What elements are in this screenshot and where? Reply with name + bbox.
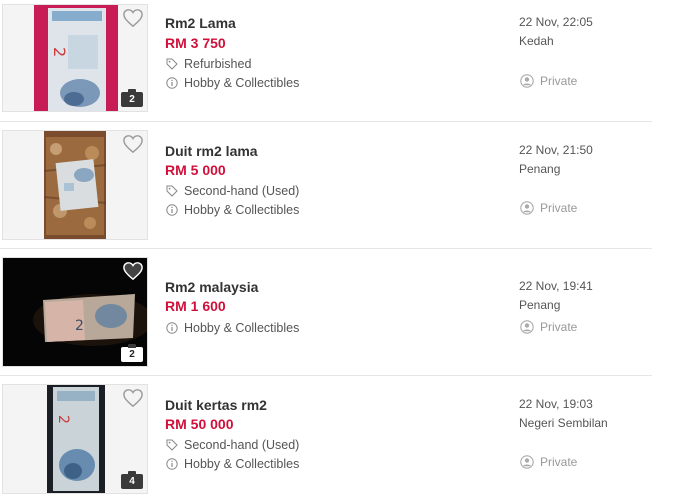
listing-thumbnail[interactable]: 2 2 [2,257,148,367]
listing-price: RM 50 000 [165,416,234,432]
listing-location: Penang [519,298,561,312]
listing-category: Hobby & Collectibles [166,76,299,90]
listing-condition: Refurbished [166,57,251,71]
condition-label: Refurbished [184,57,252,71]
listing-category: Hobby & Collectibles [166,457,299,471]
user-circle-icon [520,455,534,469]
photo-count-label: 2 [129,94,135,105]
category-label: Hobby & Collectibles [184,457,300,471]
listing-photo: 2 [34,5,118,111]
listing-photo [44,131,106,239]
listing-price: RM 5 000 [165,162,226,178]
seller-type-label: Private [540,455,578,469]
info-circle-icon [166,204,178,216]
listing-thumbnail[interactable]: 2 4 [2,384,148,494]
info-circle-icon [166,322,178,334]
listing-location: Penang [519,162,561,176]
svg-text:2: 2 [50,47,69,57]
tag-icon [166,439,178,451]
listing-card[interactable]: 2 4 Duit kertas rm2 RM 50 000 Second-han… [0,376,652,495]
listing-date: 22 Nov, 21:50 [519,143,593,157]
category-label: Hobby & Collectibles [184,76,300,90]
svg-text:2: 2 [75,318,84,334]
listing-date: 22 Nov, 22:05 [519,15,593,29]
category-label: Hobby & Collectibles [184,203,300,217]
user-circle-icon [520,74,534,88]
listing-thumbnail[interactable]: 2 2 [2,4,148,112]
listing-condition: Second-hand (Used) [166,184,299,198]
listing-seller: Private [520,74,577,88]
photo-count-label: 4 [129,476,135,487]
listing-seller: Private [520,201,577,215]
listing-card[interactable]: Duit rm2 lama RM 5 000 Second-hand (Used… [0,122,652,249]
condition-label: Second-hand (Used) [184,438,300,452]
category-label: Hobby & Collectibles [184,321,300,335]
photo-count-label: 2 [129,349,135,360]
listing-date: 22 Nov, 19:41 [519,279,593,293]
listing-location: Kedah [519,34,554,48]
svg-text:2: 2 [55,415,71,424]
listing-photo: 2 [47,385,105,493]
favorite-heart-icon[interactable] [122,388,144,408]
listing-card[interactable]: 2 2 Rm2 Lama RM 3 750 Refurbished Hobby … [0,0,652,122]
photo-count-camera-icon: 4 [121,471,143,489]
photo-count-camera-icon: 2 [121,344,143,362]
listing-thumbnail[interactable] [2,130,148,240]
listing-location: Negeri Sembilan [519,416,608,430]
listing-date: 22 Nov, 19:03 [519,397,593,411]
listing-card[interactable]: 2 2 Rm2 malaysia RM 1 600 Hobby & Collec… [0,249,652,376]
tag-icon [166,185,178,197]
condition-label: Second-hand (Used) [184,184,300,198]
photo-count-camera-icon: 2 [121,89,143,107]
seller-type-label: Private [540,201,578,215]
listing-price: RM 3 750 [165,35,226,51]
info-circle-icon [166,77,178,89]
seller-type-label: Private [540,320,578,334]
listing-title[interactable]: Duit kertas rm2 [165,397,267,413]
listing-title[interactable]: Duit rm2 lama [165,143,258,159]
user-circle-icon [520,320,534,334]
listing-category: Hobby & Collectibles [166,203,299,217]
seller-type-label: Private [540,74,578,88]
info-circle-icon [166,458,178,470]
listing-condition: Second-hand (Used) [166,438,299,452]
listing-seller: Private [520,320,577,334]
favorite-heart-icon[interactable] [122,261,144,281]
tag-icon [166,58,178,70]
favorite-heart-icon[interactable] [122,8,144,28]
listing-title[interactable]: Rm2 malaysia [165,279,258,295]
listing-seller: Private [520,455,577,469]
listing-title[interactable]: Rm2 Lama [165,15,236,31]
listing-category: Hobby & Collectibles [166,321,299,335]
favorite-heart-icon[interactable] [122,134,144,154]
listing-price: RM 1 600 [165,298,226,314]
user-circle-icon [520,201,534,215]
